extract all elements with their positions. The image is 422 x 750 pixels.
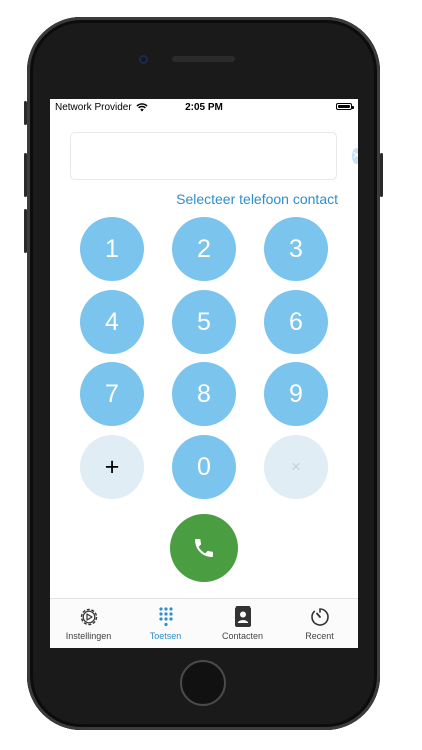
tab-toetsen[interactable]: Toetsen: [127, 599, 204, 648]
phone-number-input[interactable]: [83, 143, 352, 169]
contacts-icon: [234, 606, 251, 627]
select-phone-contact-link[interactable]: Selecteer telefoon contact: [176, 191, 338, 207]
clear-input-icon[interactable]: ✕: [352, 148, 358, 164]
keypad-icon: [158, 607, 173, 627]
key-8[interactable]: 8: [172, 362, 236, 426]
mute-switch: [24, 101, 27, 125]
volume-down-button: [24, 209, 27, 253]
phone-icon: [195, 539, 213, 557]
call-button[interactable]: [170, 514, 238, 582]
tab-bar: Instellingen Toetsen Contacten Recent: [50, 598, 358, 648]
key-2[interactable]: 2: [172, 217, 236, 281]
key-6[interactable]: 6: [264, 290, 328, 354]
tab-instellingen[interactable]: Instellingen: [50, 599, 127, 648]
power-button: [380, 153, 383, 197]
battery-icon: [336, 103, 354, 110]
status-time: 2:05 PM: [185, 102, 223, 113]
key-3[interactable]: 3: [264, 217, 328, 281]
volume-up-button: [24, 153, 27, 197]
phone-number-field[interactable]: ✕: [70, 132, 358, 180]
key-7[interactable]: 7: [80, 362, 144, 426]
tab-contacten[interactable]: Contacten: [204, 599, 281, 648]
status-bar: Network Provider 2:05 PM: [50, 99, 358, 117]
tab-label: Toetsen: [149, 631, 182, 641]
tab-recent[interactable]: Recent: [281, 599, 358, 648]
backspace-key[interactable]: ×: [264, 435, 328, 499]
tab-label: Instellingen: [65, 631, 112, 641]
home-button[interactable]: [180, 660, 226, 706]
key-1[interactable]: 1: [80, 217, 144, 281]
tab-label: Recent: [305, 631, 334, 641]
key-4[interactable]: 4: [80, 290, 144, 354]
settings-gear-icon: [80, 608, 97, 626]
recent-clock-icon: [310, 608, 329, 626]
key-9[interactable]: 9: [264, 362, 328, 426]
tab-label: Contacten: [221, 631, 264, 641]
key-0[interactable]: 0: [172, 435, 236, 499]
earpiece-speaker: [172, 56, 235, 62]
front-camera: [139, 55, 148, 64]
key-plus[interactable]: +: [80, 435, 144, 499]
key-5[interactable]: 5: [172, 290, 236, 354]
app-screen: Network Provider 2:05 PM ✕ Selecteer tel…: [50, 99, 358, 648]
